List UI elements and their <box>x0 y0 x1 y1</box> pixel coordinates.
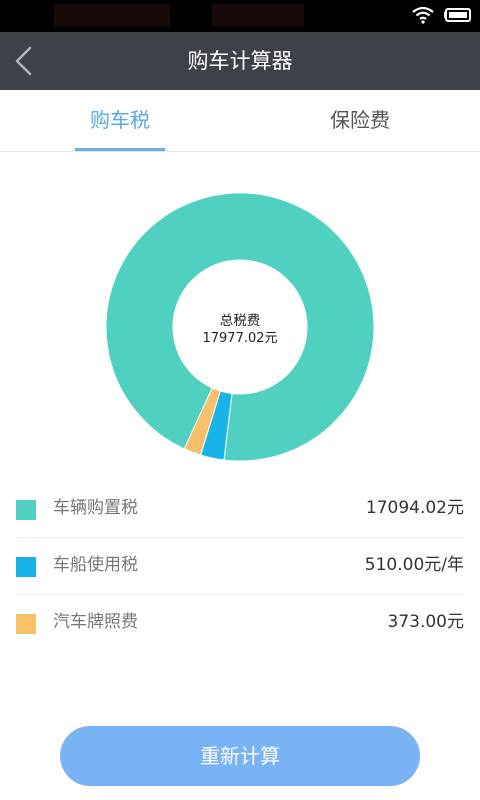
tab-bar: 购车税 保险费 <box>0 90 480 152</box>
legend-value: 17094.02元 <box>365 498 464 518</box>
legend-label: 汽车牌照费 <box>53 612 138 632</box>
legend-swatch-plate-fee <box>16 614 36 634</box>
list-item-vessel-tax: 车船使用税 510.00元/年 <box>16 537 464 595</box>
back-arrow-icon[interactable] <box>10 45 38 77</box>
tab-insurance[interactable]: 保险费 <box>300 90 420 151</box>
chart-center-value: 17977.02元 <box>202 331 277 346</box>
active-tab-indicator <box>75 148 165 151</box>
page-title: 购车计算器 <box>187 49 293 73</box>
legend-label: 车船使用税 <box>53 555 138 575</box>
title-bar: 购车计算器 <box>0 32 480 90</box>
legend-swatch-purchase-tax <box>16 500 36 520</box>
legend-value: 373.00元 <box>387 612 464 632</box>
legend-swatch-vessel-tax <box>16 557 36 577</box>
list-item-plate-fee: 汽车牌照费 373.00元 <box>16 594 464 651</box>
chart-center-label: 总税费 <box>220 313 261 329</box>
battery-icon <box>444 8 471 22</box>
list-item-purchase-tax: 车辆购置税 17094.02元 <box>16 480 464 538</box>
tax-donut-chart: 总税费 17977.02元 <box>105 192 375 462</box>
legend-label: 车辆购置税 <box>53 498 138 518</box>
recalculate-button[interactable]: 重新计算 <box>60 726 420 786</box>
tab-purchase-tax[interactable]: 购车税 <box>60 90 180 151</box>
status-notification-area <box>54 4 170 26</box>
status-bar <box>0 0 480 32</box>
wifi-icon <box>412 6 434 24</box>
legend-value: 510.00元/年 <box>364 555 464 575</box>
status-notification-area-2 <box>212 4 304 26</box>
